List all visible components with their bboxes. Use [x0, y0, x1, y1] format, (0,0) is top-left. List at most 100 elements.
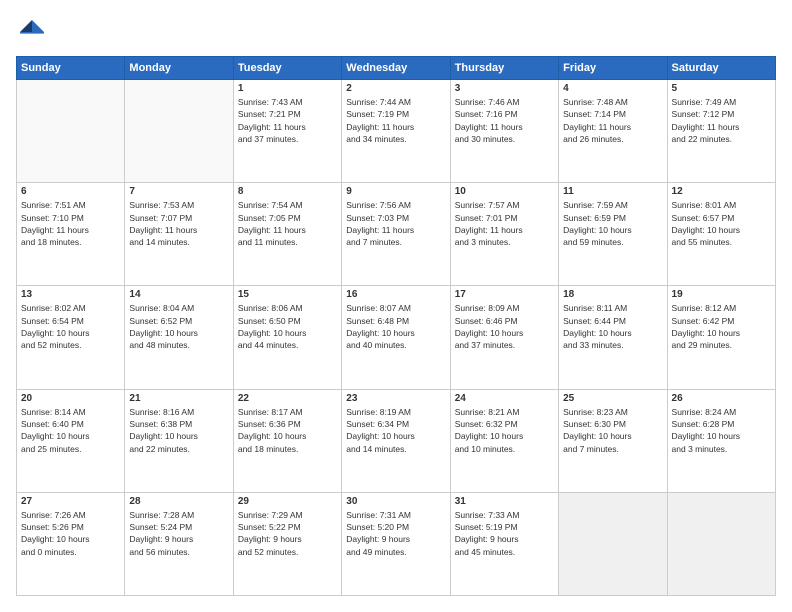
day-number: 23: [346, 393, 445, 404]
day-cell: 24 Sunrise: 8:21 AM Sunset: 6:32 PM Dayli…: [450, 389, 558, 492]
day-number: 19: [672, 289, 771, 300]
day-info: Sunrise: 8:24 AM Sunset: 6:28 PM Dayligh…: [672, 406, 771, 455]
day-info: Sunrise: 7:56 AM Sunset: 7:03 PM Dayligh…: [346, 199, 445, 248]
day-cell: 11 Sunrise: 7:59 AM Sunset: 6:59 PM Dayli…: [559, 183, 667, 286]
day-number: 31: [455, 496, 554, 507]
day-info: Sunrise: 8:09 AM Sunset: 6:46 PM Dayligh…: [455, 302, 554, 351]
day-info: Sunrise: 8:06 AM Sunset: 6:50 PM Dayligh…: [238, 302, 337, 351]
day-cell: 12 Sunrise: 8:01 AM Sunset: 6:57 PM Dayli…: [667, 183, 775, 286]
day-number: 8: [238, 186, 337, 197]
day-info: Sunrise: 7:26 AM Sunset: 5:26 PM Dayligh…: [21, 509, 120, 558]
day-info: Sunrise: 8:07 AM Sunset: 6:48 PM Dayligh…: [346, 302, 445, 351]
day-info: Sunrise: 7:29 AM Sunset: 5:22 PM Dayligh…: [238, 509, 337, 558]
day-cell: 14 Sunrise: 8:04 AM Sunset: 6:52 PM Dayli…: [125, 286, 233, 389]
day-cell: [559, 492, 667, 595]
day-cell: [667, 492, 775, 595]
day-info: Sunrise: 7:28 AM Sunset: 5:24 PM Dayligh…: [129, 509, 228, 558]
day-cell: 19 Sunrise: 8:12 AM Sunset: 6:42 PM Dayli…: [667, 286, 775, 389]
day-info: Sunrise: 8:21 AM Sunset: 6:32 PM Dayligh…: [455, 406, 554, 455]
day-cell: [125, 80, 233, 183]
day-number: 20: [21, 393, 120, 404]
day-number: 24: [455, 393, 554, 404]
day-cell: 18 Sunrise: 8:11 AM Sunset: 6:44 PM Dayli…: [559, 286, 667, 389]
day-number: 15: [238, 289, 337, 300]
day-number: 28: [129, 496, 228, 507]
day-number: 3: [455, 83, 554, 94]
day-cell: 15 Sunrise: 8:06 AM Sunset: 6:50 PM Dayli…: [233, 286, 341, 389]
day-number: 11: [563, 186, 662, 197]
day-cell: 31 Sunrise: 7:33 AM Sunset: 5:19 PM Dayli…: [450, 492, 558, 595]
day-info: Sunrise: 7:51 AM Sunset: 7:10 PM Dayligh…: [21, 199, 120, 248]
day-number: 29: [238, 496, 337, 507]
day-number: 16: [346, 289, 445, 300]
day-info: Sunrise: 8:11 AM Sunset: 6:44 PM Dayligh…: [563, 302, 662, 351]
day-cell: 29 Sunrise: 7:29 AM Sunset: 5:22 PM Dayli…: [233, 492, 341, 595]
day-number: 30: [346, 496, 445, 507]
weekday-header-wednesday: Wednesday: [342, 57, 450, 80]
day-cell: 23 Sunrise: 8:19 AM Sunset: 6:34 PM Dayli…: [342, 389, 450, 492]
day-number: 14: [129, 289, 228, 300]
week-row-4: 20 Sunrise: 8:14 AM Sunset: 6:40 PM Dayli…: [17, 389, 776, 492]
weekday-header-friday: Friday: [559, 57, 667, 80]
day-cell: [17, 80, 125, 183]
day-number: 5: [672, 83, 771, 94]
day-number: 17: [455, 289, 554, 300]
day-info: Sunrise: 7:54 AM Sunset: 7:05 PM Dayligh…: [238, 199, 337, 248]
week-row-1: 1Sunrise: 7:43 AM Sunset: 7:21 PM Daylig…: [17, 80, 776, 183]
day-number: 22: [238, 393, 337, 404]
day-number: 9: [346, 186, 445, 197]
day-cell: 20 Sunrise: 8:14 AM Sunset: 6:40 PM Dayli…: [17, 389, 125, 492]
day-number: 7: [129, 186, 228, 197]
day-info: Sunrise: 8:23 AM Sunset: 6:30 PM Dayligh…: [563, 406, 662, 455]
day-number: 21: [129, 393, 228, 404]
day-cell: 21Sunrise: 8:16 AM Sunset: 6:38 PM Dayli…: [125, 389, 233, 492]
day-info: Sunrise: 7:46 AM Sunset: 7:16 PM Dayligh…: [455, 96, 554, 145]
day-cell: 8 Sunrise: 7:54 AM Sunset: 7:05 PM Daylig…: [233, 183, 341, 286]
day-number: 13: [21, 289, 120, 300]
day-info: Sunrise: 8:01 AM Sunset: 6:57 PM Dayligh…: [672, 199, 771, 248]
day-number: 6: [21, 186, 120, 197]
weekday-header-tuesday: Tuesday: [233, 57, 341, 80]
day-number: 27: [21, 496, 120, 507]
day-cell: 28 Sunrise: 7:28 AM Sunset: 5:24 PM Dayli…: [125, 492, 233, 595]
day-info: Sunrise: 7:59 AM Sunset: 6:59 PM Dayligh…: [563, 199, 662, 248]
day-number: 2: [346, 83, 445, 94]
day-info: Sunrise: 8:14 AM Sunset: 6:40 PM Dayligh…: [21, 406, 120, 455]
day-number: 10: [455, 186, 554, 197]
weekday-header-thursday: Thursday: [450, 57, 558, 80]
day-number: 18: [563, 289, 662, 300]
day-cell: 7Sunrise: 7:53 AM Sunset: 7:07 PM Daylig…: [125, 183, 233, 286]
day-cell: 3 Sunrise: 7:46 AM Sunset: 7:16 PM Daylig…: [450, 80, 558, 183]
day-info: Sunrise: 7:48 AM Sunset: 7:14 PM Dayligh…: [563, 96, 662, 145]
page: SundayMondayTuesdayWednesdayThursdayFrid…: [0, 0, 792, 612]
day-info: Sunrise: 8:12 AM Sunset: 6:42 PM Dayligh…: [672, 302, 771, 351]
day-cell: 5 Sunrise: 7:49 AM Sunset: 7:12 PM Daylig…: [667, 80, 775, 183]
day-cell: 27 Sunrise: 7:26 AM Sunset: 5:26 PM Dayli…: [17, 492, 125, 595]
day-info: Sunrise: 7:49 AM Sunset: 7:12 PM Dayligh…: [672, 96, 771, 145]
day-info: Sunrise: 8:02 AM Sunset: 6:54 PM Dayligh…: [21, 302, 120, 351]
day-number: 4: [563, 83, 662, 94]
logo: [16, 16, 52, 48]
day-number: 1: [238, 83, 337, 94]
day-cell: 6 Sunrise: 7:51 AM Sunset: 7:10 PM Daylig…: [17, 183, 125, 286]
day-number: 12: [672, 186, 771, 197]
logo-icon: [16, 16, 48, 48]
day-cell: 1Sunrise: 7:43 AM Sunset: 7:21 PM Daylig…: [233, 80, 341, 183]
weekday-header-sunday: Sunday: [17, 57, 125, 80]
weekday-header-monday: Monday: [125, 57, 233, 80]
header: [16, 16, 776, 48]
day-info: Sunrise: 8:04 AM Sunset: 6:52 PM Dayligh…: [129, 302, 228, 351]
day-info: Sunrise: 8:19 AM Sunset: 6:34 PM Dayligh…: [346, 406, 445, 455]
week-row-5: 27 Sunrise: 7:26 AM Sunset: 5:26 PM Dayli…: [17, 492, 776, 595]
day-cell: 10 Sunrise: 7:57 AM Sunset: 7:01 PM Dayli…: [450, 183, 558, 286]
day-info: Sunrise: 8:17 AM Sunset: 6:36 PM Dayligh…: [238, 406, 337, 455]
calendar: SundayMondayTuesdayWednesdayThursdayFrid…: [16, 56, 776, 596]
week-row-3: 13 Sunrise: 8:02 AM Sunset: 6:54 PM Dayli…: [17, 286, 776, 389]
day-info: Sunrise: 7:44 AM Sunset: 7:19 PM Dayligh…: [346, 96, 445, 145]
day-info: Sunrise: 7:33 AM Sunset: 5:19 PM Dayligh…: [455, 509, 554, 558]
day-cell: 26Sunrise: 8:24 AM Sunset: 6:28 PM Dayli…: [667, 389, 775, 492]
day-number: 25: [563, 393, 662, 404]
day-cell: 22 Sunrise: 8:17 AM Sunset: 6:36 PM Dayli…: [233, 389, 341, 492]
day-info: Sunrise: 7:57 AM Sunset: 7:01 PM Dayligh…: [455, 199, 554, 248]
day-cell: 25 Sunrise: 8:23 AM Sunset: 6:30 PM Dayli…: [559, 389, 667, 492]
